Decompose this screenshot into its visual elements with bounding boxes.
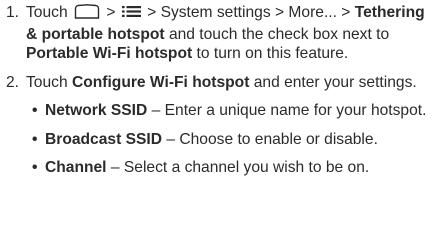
dash: – [166,130,176,148]
separator: > [106,4,116,21]
list-item-text: Broadcast SSID – Choose to enable or dis… [45,130,378,150]
dash: – [151,102,161,119]
setting-term: Broadcast SSID [45,130,162,148]
list-item: • Broadcast SSID – Choose to enable or d… [32,130,429,150]
touch-text: Touch [26,73,68,91]
list-item-text: Network SSID – Enter a unique name for y… [45,101,426,121]
setting-term: Network SSID [45,102,148,119]
menu-icon [121,4,141,24]
separator: > [341,4,351,21]
settings-list: • Network SSID – Enter a unique name for… [26,101,429,178]
bullet-icon: • [32,102,38,119]
dash: – [110,159,120,176]
touch-text: Touch [26,4,68,21]
bullet-icon: • [32,130,38,148]
home-icon [74,4,100,25]
setting-description: Enter a unique name for your hotspot. [164,102,427,119]
step-2: 2. Touch Configure Wi-Fi hotspot and ent… [6,73,429,178]
separator: > [274,4,285,21]
configure-hotspot-label: Configure Wi-Fi hotspot [71,73,250,91]
more-label: More... [288,4,337,21]
instruction-text: and enter your settings. [253,73,417,91]
list-item-text: Channel – Select a channel you wish to b… [45,158,369,178]
separator: > [147,4,157,21]
setting-description: Select a channel you wish to be on. [123,159,370,176]
setting-description: Choose to enable or disable. [179,130,378,148]
bullet-icon: • [32,159,38,176]
step-number: 2. [6,73,20,91]
instructions-page: 1. Touch > > System settings > More... >… [0,0,435,250]
system-settings-label: System settings [160,4,271,21]
instruction-text: to turn on this feature. [196,45,349,62]
list-item: • Network SSID – Enter a unique name for… [32,101,429,121]
step-1: 1. Touch > > System settings > More... >… [6,3,429,64]
setting-term: Channel [45,159,107,176]
step-text: Touch > > System settings > More... > Te… [26,3,429,64]
portable-hotspot-label: Portable Wi-Fi hotspot [26,45,193,62]
instruction-text: and touch the check box next to [168,25,390,43]
step-text: Touch Configure Wi-Fi hotspot and enter … [26,73,429,178]
list-item: • Channel – Select a channel you wish to… [32,158,429,178]
step-number: 1. [6,4,20,21]
